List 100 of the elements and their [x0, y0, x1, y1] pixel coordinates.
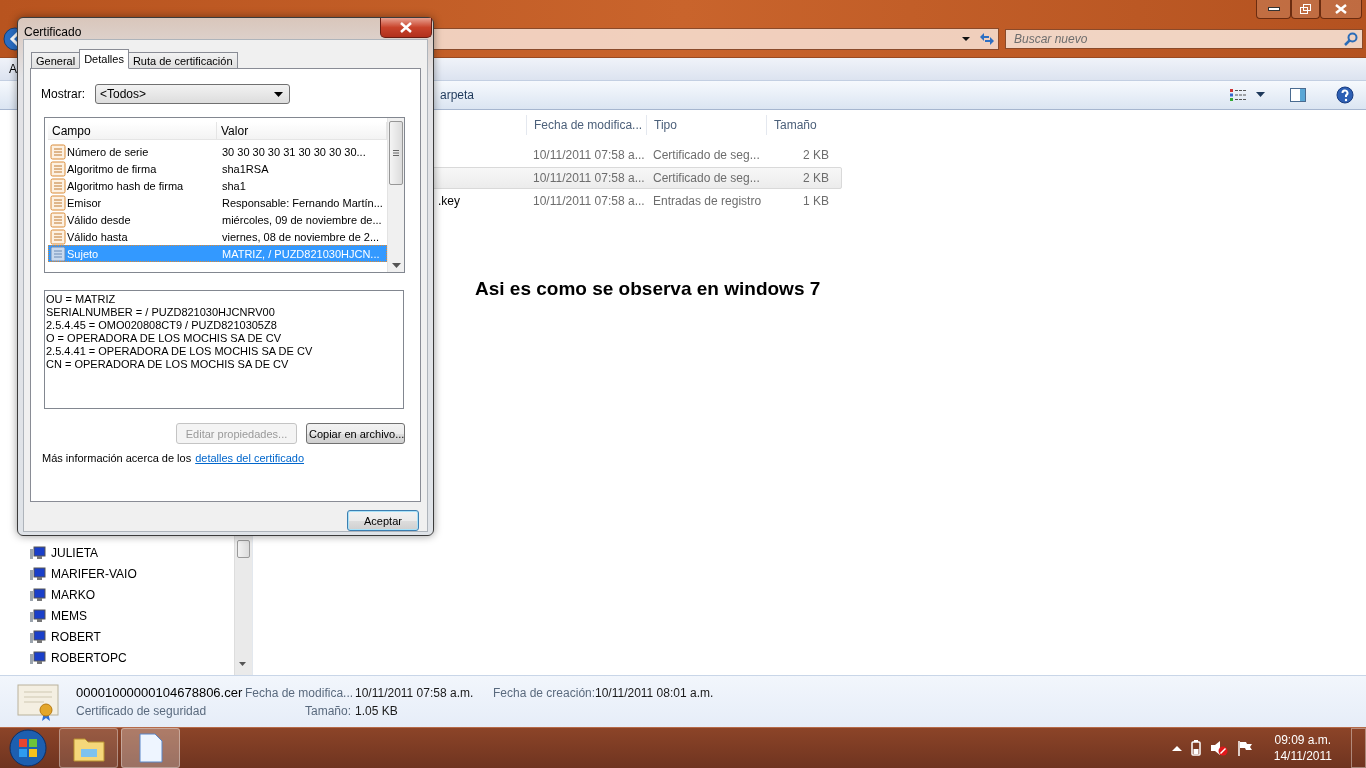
detail-line: OU = MATRIZ [46, 293, 117, 306]
file-date: 10/11/2011 07:58 a... [533, 148, 645, 162]
close-button[interactable] [380, 18, 432, 38]
file-size: 1 KB [803, 194, 829, 208]
property-value: 10/11/2011 08:01 a.m. [595, 685, 715, 700]
caret-icon[interactable] [1256, 92, 1266, 98]
property-label: Tamaño: [303, 703, 352, 718]
annotation-text: Asi es como se observa en windows 7 [474, 278, 822, 300]
show-dropdown[interactable]: <Todos> [95, 84, 290, 104]
flag-icon[interactable] [1236, 740, 1253, 756]
menu-item[interactable]: A [9, 62, 17, 76]
restore-button[interactable] [1291, 0, 1320, 19]
toolbar-item[interactable]: arpeta [440, 88, 475, 102]
detail-line: O = OPERADORA DE LOS MOCHIS SA DE CV [46, 332, 283, 345]
network-computer-item[interactable]: MARKO [51, 587, 95, 602]
clock[interactable]: 09:09 a.m. 14/11/2011 [1273, 732, 1332, 764]
scroll-thumb[interactable] [389, 121, 403, 185]
tab[interactable]: Detalles [79, 49, 129, 69]
close-icon [1335, 4, 1347, 14]
file-type: Certificado de seg... [653, 171, 760, 185]
computer-icon [30, 629, 46, 644]
help-icon[interactable] [1336, 86, 1354, 104]
field-row[interactable]: Número de serie 30 30 30 30 31 30 30 30 30... [48, 143, 387, 160]
preview-pane-icon[interactable] [1290, 88, 1306, 102]
network-computer-item[interactable]: MEMS [51, 608, 87, 623]
scroll-down-icon[interactable] [391, 263, 401, 268]
field-name: Válido desde [67, 213, 131, 226]
field-name: Emisor [67, 196, 102, 209]
network-computer-item[interactable]: ROBERT [51, 629, 101, 644]
network-computer-item[interactable]: JULIETA [51, 545, 99, 560]
detail-line: CN = OPERADORA DE LOS MOCHIS SA DE CV [46, 358, 290, 371]
minimize-button[interactable] [1256, 0, 1291, 19]
search-icon[interactable] [1344, 32, 1358, 46]
close-icon [399, 22, 413, 33]
search-field[interactable]: Buscar nuevo [1005, 29, 1363, 49]
detail-line: 2.5.4.45 = OMO020808CT9 / PUZD8210305Z8 [46, 319, 278, 332]
detail-line: SERIALNUMBER = / PUZD821030HJCNRV00 [46, 306, 276, 319]
field-name: Algoritmo de firma [67, 162, 157, 175]
view-options-icon[interactable] [1230, 89, 1246, 101]
restore-icon [1300, 4, 1311, 14]
file-type: Certificado de seg... [653, 148, 760, 162]
field-name: Válido hasta [67, 230, 128, 243]
field-icon [50, 160, 66, 177]
network-computer-item[interactable]: MARIFER-VAIO [51, 566, 137, 581]
computer-icon [30, 587, 46, 602]
field-value: MATRIZ, / PUZD821030HJCN... [221, 247, 380, 260]
property-label: Fecha de modifica... [245, 685, 355, 700]
network-computer-item[interactable]: ROBERTOPC [51, 650, 127, 665]
certificate-icon [17, 681, 61, 722]
computer-icon [30, 566, 46, 581]
file-type: Entradas de registro [653, 194, 762, 208]
field-icon [50, 177, 66, 194]
tab[interactable]: Ruta de certificación [127, 52, 238, 69]
file-size: 2 KB [803, 148, 829, 162]
scroll-thumb[interactable] [237, 540, 250, 558]
column-header[interactable]: Fecha de modifica... [526, 115, 646, 135]
property-label: Fecha de creación: [493, 685, 595, 700]
field-row[interactable]: Válido hasta viernes, 08 de noviembre de 2... [48, 228, 387, 245]
field-row[interactable]: Válido desde miércoles, 09 de noviembre de... [48, 211, 387, 228]
field-value: viernes, 08 de noviembre de 2... [221, 230, 380, 243]
property-value: 10/11/2011 07:58 a.m. [355, 685, 475, 700]
column-header[interactable]: Campo [48, 122, 217, 139]
taskbar-button[interactable] [121, 728, 180, 768]
copy-to-file-button[interactable]: Copiar en archivo... [306, 423, 405, 444]
detail-line: 2.5.4.41 = OPERADORA DE LOS MOCHIS SA DE CV [46, 345, 314, 358]
document-icon [138, 733, 163, 763]
field-icon [50, 228, 66, 245]
field-value: Responsable: Fernando Martín... [221, 196, 383, 209]
field-name: Sujeto [67, 247, 99, 260]
details-link[interactable]: detalles del certificado [195, 452, 305, 464]
show-label: Mostrar: [41, 87, 85, 101]
computer-icon [30, 650, 46, 665]
field-name: Número de serie [67, 145, 149, 158]
field-icon [50, 211, 66, 228]
muted-speaker-icon[interactable] [1209, 740, 1228, 756]
file-date: 10/11/2011 07:58 a... [533, 194, 645, 208]
column-header[interactable]: Tipo [646, 115, 766, 135]
field-icon [50, 245, 66, 262]
file-size: 2 KB [803, 171, 829, 185]
computer-icon [30, 545, 46, 560]
detail-text-box[interactable] [44, 290, 404, 409]
file-date: 10/11/2011 07:58 a... [533, 171, 645, 185]
file-type: Certificado de seguridad [76, 703, 208, 718]
battery-icon[interactable] [1190, 740, 1201, 756]
file-name: .key [438, 194, 460, 208]
column-header[interactable]: Tamaño [766, 115, 846, 135]
field-name: Algoritmo hash de firma [67, 179, 184, 192]
show-desktop-button[interactable] [1351, 728, 1366, 768]
taskbar-button[interactable] [59, 728, 118, 768]
ok-button[interactable]: Aceptar [347, 510, 419, 531]
window-title: Certificado [24, 25, 83, 39]
scrollbar[interactable] [387, 118, 404, 272]
field-row[interactable]: Emisor Responsable: Fernando Martín... [48, 194, 387, 211]
property-value: 1.05 KB [355, 703, 399, 718]
field-value: 30 30 30 30 31 30 30 30 30... [221, 145, 366, 158]
field-icon [50, 194, 66, 211]
close-button[interactable] [1320, 0, 1362, 19]
tab[interactable]: General [31, 52, 81, 69]
field-value: sha1 [221, 179, 246, 192]
show-hidden-icons[interactable] [1171, 745, 1182, 751]
